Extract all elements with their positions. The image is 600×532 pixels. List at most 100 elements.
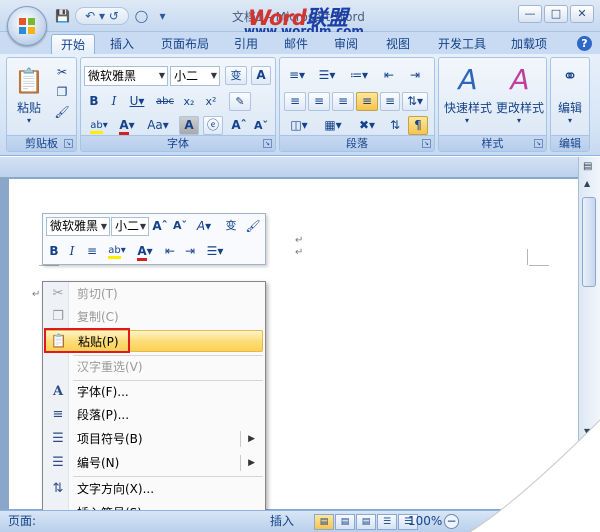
copy-icon[interactable]: ❐ bbox=[53, 83, 71, 102]
scroll-up-icon[interactable]: ▲ bbox=[584, 179, 590, 188]
tab-insert[interactable]: 插入 bbox=[102, 34, 142, 54]
highlight-color-button[interactable]: ab▾ bbox=[85, 116, 113, 135]
multilevel-list-icon[interactable]: ≔▾ bbox=[344, 66, 374, 85]
quick-styles-icon[interactable]: A bbox=[445, 62, 491, 96]
insert-mode-indicator[interactable]: 插入 bbox=[270, 511, 294, 532]
mini-center-icon[interactable]: ≡ bbox=[83, 242, 101, 260]
outline-icon[interactable]: ☰ bbox=[377, 514, 397, 530]
mini-italic-button[interactable]: I bbox=[64, 242, 80, 260]
mini-font-size-combo[interactable]: 小二 ▼ bbox=[111, 217, 149, 236]
customize-qat-icon[interactable]: ▾ bbox=[154, 8, 171, 24]
mini-decrease-indent-icon[interactable]: ⇤ bbox=[161, 242, 179, 260]
superscript-button[interactable]: x² bbox=[201, 92, 221, 111]
justify-icon[interactable]: ≡ bbox=[356, 92, 378, 111]
font-color-button[interactable]: A▾ bbox=[115, 116, 139, 135]
vertical-scrollbar[interactable]: ▤ ▲ ▼ bbox=[578, 157, 600, 509]
menu-item-text-direction[interactable]: ⇅ 文字方向(X)... bbox=[45, 478, 263, 500]
character-border-button[interactable]: A bbox=[251, 66, 271, 85]
mini-format-painter-icon[interactable]: 🖌 bbox=[243, 217, 263, 235]
menu-item-numbering[interactable]: ☰ 编号(N) ▶ bbox=[45, 452, 263, 474]
mini-grow-font-button[interactable]: Aˆ bbox=[151, 217, 169, 235]
page-indicator[interactable]: 页面: bbox=[8, 511, 36, 532]
scroll-down-icon[interactable]: ▼ bbox=[584, 427, 590, 436]
quick-styles-dropdown-icon[interactable]: ▾ bbox=[459, 116, 475, 125]
full-screen-reading-icon[interactable]: ▤ bbox=[335, 514, 355, 530]
help-icon[interactable]: ? bbox=[577, 36, 592, 51]
tab-mailings[interactable]: 邮件 bbox=[276, 34, 316, 54]
enclose-characters-button[interactable]: ⓔ bbox=[203, 116, 223, 135]
menu-item-copy[interactable]: ❐ 复制(C) bbox=[45, 306, 263, 328]
tab-references[interactable]: 引用 bbox=[226, 34, 266, 54]
paste-dropdown-arrow[interactable]: ▾ bbox=[21, 116, 37, 125]
sort-icon[interactable]: ⇅ bbox=[384, 116, 406, 135]
menu-item-bullets[interactable]: ☰ 项目符号(B) ▶ bbox=[45, 428, 263, 450]
subscript-button[interactable]: x₂ bbox=[179, 92, 199, 111]
office-button[interactable] bbox=[7, 6, 47, 46]
mini-shrink-font-button[interactable]: Aˇ bbox=[171, 217, 189, 235]
chinese-layout-icon[interactable]: ✖▾ bbox=[352, 116, 382, 135]
paste-big-icon[interactable]: 📋 bbox=[13, 64, 45, 98]
tab-review[interactable]: 审阅 bbox=[326, 34, 366, 54]
mini-styles-button[interactable]: A▾ bbox=[191, 217, 217, 235]
clipboard-launcher-icon[interactable]: ↘ bbox=[64, 139, 73, 148]
zoom-level[interactable]: 100% bbox=[408, 511, 442, 532]
mini-highlight-button[interactable]: ab▾ bbox=[103, 242, 131, 260]
menu-item-font[interactable]: A 字体(F)... bbox=[45, 381, 263, 403]
edit-dropdown-icon[interactable]: ▾ bbox=[562, 116, 578, 125]
clear-formatting-icon[interactable]: ✎ bbox=[229, 92, 251, 111]
minimize-button[interactable]: — bbox=[518, 5, 542, 23]
menu-item-cut[interactable]: ✂ 剪切(T) bbox=[45, 283, 263, 305]
format-painter-icon[interactable]: 🖌 bbox=[53, 103, 71, 122]
tab-page-layout[interactable]: 页面布局 bbox=[150, 34, 220, 54]
repeat-icon[interactable]: ◯ bbox=[133, 8, 150, 24]
paragraph-launcher-icon[interactable]: ↘ bbox=[422, 139, 431, 148]
maximize-button[interactable]: □ bbox=[544, 5, 568, 23]
decrease-indent-icon[interactable]: ⇤ bbox=[378, 66, 400, 85]
change-styles-icon[interactable]: A bbox=[497, 62, 543, 96]
paste-big-label[interactable]: 粘贴 bbox=[11, 99, 47, 116]
font-launcher-icon[interactable]: ↘ bbox=[263, 139, 272, 148]
numbering-icon[interactable]: ☰▾ bbox=[314, 66, 340, 85]
close-button[interactable]: ✕ bbox=[570, 5, 594, 23]
align-left-icon[interactable]: ≡ bbox=[284, 92, 306, 111]
underline-button[interactable]: U▾ bbox=[125, 92, 149, 111]
borders-icon[interactable]: ▦▾ bbox=[318, 116, 348, 135]
quick-styles-label[interactable]: 快速样式 bbox=[441, 99, 495, 116]
shrink-font-button[interactable]: Aˇ bbox=[251, 116, 271, 135]
mini-phonetic-button[interactable]: 变 bbox=[221, 217, 241, 235]
character-shading-button[interactable]: A bbox=[179, 116, 199, 135]
align-right-icon[interactable]: ≡ bbox=[332, 92, 354, 111]
cut-icon[interactable]: ✂ bbox=[53, 63, 71, 82]
ruler-toggle-icon[interactable]: ▤ bbox=[583, 161, 592, 172]
change-styles-dropdown-icon[interactable]: ▾ bbox=[511, 116, 527, 125]
binoculars-icon[interactable]: ⚭ bbox=[557, 64, 583, 90]
tab-view[interactable]: 视图 bbox=[378, 34, 418, 54]
menu-item-reconversion[interactable]: 汉字重选(V) bbox=[45, 356, 263, 378]
styles-launcher-icon[interactable]: ↘ bbox=[534, 139, 543, 148]
align-center-icon[interactable]: ≡ bbox=[308, 92, 330, 111]
horizontal-ruler[interactable] bbox=[0, 157, 578, 177]
tab-developer[interactable]: 开发工具 bbox=[430, 34, 494, 54]
mini-increase-indent-icon[interactable]: ⇥ bbox=[181, 242, 199, 260]
tab-home[interactable]: 开始 bbox=[51, 34, 95, 54]
font-name-combo[interactable]: 微软雅黑 ▼ bbox=[84, 66, 168, 86]
line-spacing-icon[interactable]: ⇅▾ bbox=[402, 92, 428, 111]
save-icon[interactable]: 💾 bbox=[54, 8, 71, 24]
bold-button[interactable]: B bbox=[85, 92, 103, 111]
mini-font-name-combo[interactable]: 微软雅黑 ▼ bbox=[46, 217, 110, 236]
phonetic-guide-button[interactable]: 变 bbox=[225, 66, 247, 85]
font-size-combo[interactable]: 小二 ▼ bbox=[170, 66, 220, 86]
menu-item-paragraph[interactable]: ≡ 段落(P)... bbox=[45, 404, 263, 426]
grow-font-button[interactable]: Aˆ bbox=[229, 116, 249, 135]
change-case-button[interactable]: Aa▾ bbox=[143, 116, 173, 135]
tab-add-ins[interactable]: 加载项 bbox=[502, 34, 556, 54]
web-layout-icon[interactable]: ▤ bbox=[356, 514, 376, 530]
change-styles-label[interactable]: 更改样式 bbox=[493, 99, 547, 116]
edit-label[interactable]: 编辑 bbox=[551, 99, 589, 116]
zoom-out-icon[interactable]: − bbox=[444, 514, 459, 529]
show-marks-icon[interactable]: ¶ bbox=[408, 116, 428, 135]
undo-redo-group[interactable]: ↶ ▾ ↺ bbox=[75, 7, 129, 25]
mini-font-color-button[interactable]: A▾ bbox=[133, 242, 157, 261]
mini-bullets-icon[interactable]: ☰▾ bbox=[201, 242, 229, 260]
increase-indent-icon[interactable]: ⇥ bbox=[404, 66, 426, 85]
